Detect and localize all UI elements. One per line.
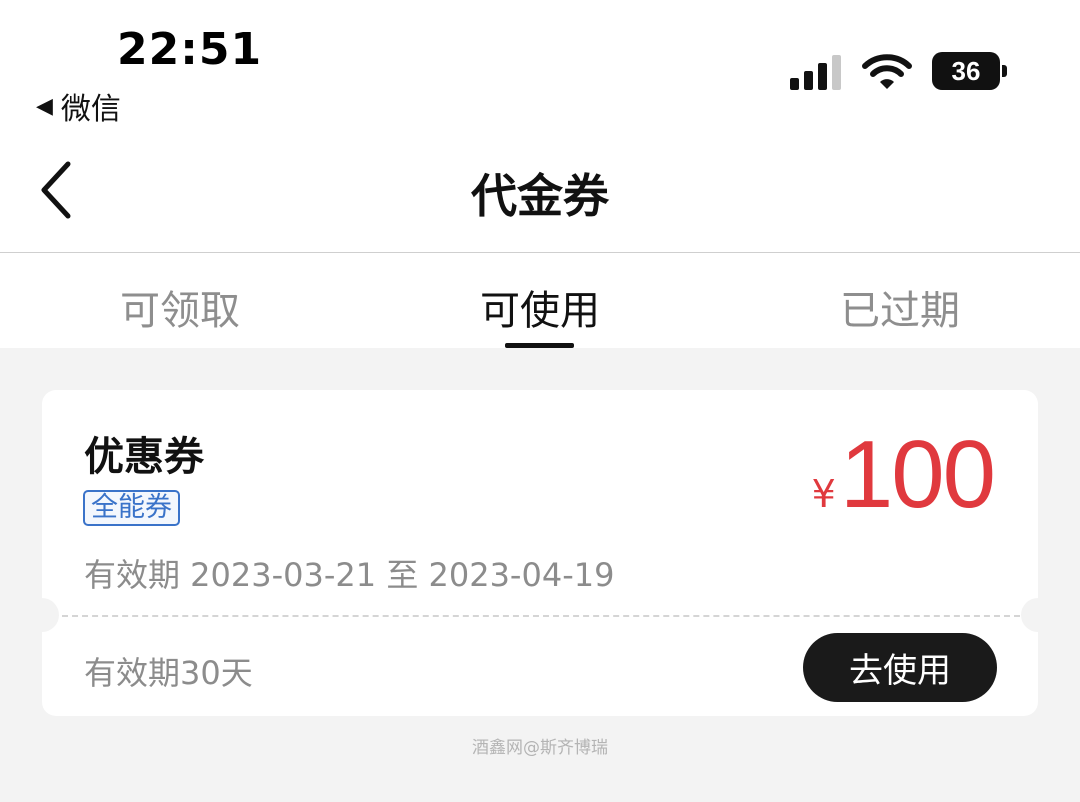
page-title: 代金券 bbox=[471, 169, 609, 223]
watermark: 酒鑫网@斯齐博瑞 bbox=[472, 738, 608, 758]
back-app-label: 微信 bbox=[60, 92, 121, 127]
coupon-amount: ¥ 100 bbox=[811, 420, 996, 530]
back-triangle-icon: ◀ bbox=[36, 93, 53, 119]
battery-level: 36 bbox=[932, 52, 1000, 90]
amount-value: 100 bbox=[839, 421, 996, 528]
validity-duration: 有效期30天 bbox=[84, 654, 253, 692]
active-tab-indicator bbox=[505, 343, 574, 348]
wifi-icon bbox=[862, 54, 912, 89]
battery-icon: 36 bbox=[932, 52, 1008, 90]
validity-period: 有效期 2023-03-21 至 2023-04-19 bbox=[84, 556, 615, 594]
card-dashed-divider bbox=[62, 615, 1020, 617]
back-to-app-link[interactable]: ◀ 微信 bbox=[36, 84, 121, 128]
nav-divider bbox=[0, 252, 1080, 253]
coupon-type-badge: 全能券 bbox=[83, 490, 180, 526]
tab-expired[interactable]: 已过期 bbox=[780, 278, 1020, 336]
card-notch-left bbox=[25, 598, 59, 632]
cellular-signal-icon bbox=[790, 55, 841, 90]
card-notch-right bbox=[1021, 598, 1055, 632]
tab-usable[interactable]: 可使用 bbox=[420, 278, 660, 336]
status-time: 22:51 bbox=[117, 24, 263, 75]
coupon-title: 优惠券 bbox=[84, 434, 204, 480]
use-coupon-button[interactable]: 去使用 bbox=[803, 633, 997, 702]
currency-symbol: ¥ bbox=[811, 472, 836, 516]
tab-claimable[interactable]: 可领取 bbox=[60, 278, 300, 336]
